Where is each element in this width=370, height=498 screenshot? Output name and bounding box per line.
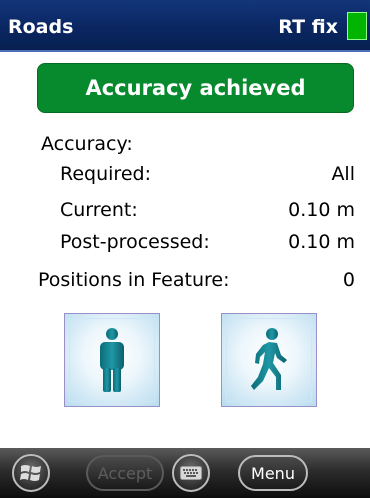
accept-button[interactable]: Accept: [86, 455, 164, 491]
continuous-collection-button[interactable]: [221, 313, 317, 407]
keyboard-icon: [180, 466, 202, 480]
standing-person-icon: [100, 328, 124, 392]
softkey-bar: Accept Menu: [0, 448, 370, 498]
menu-button[interactable]: Menu: [238, 455, 308, 491]
current-label: Current:: [60, 199, 138, 221]
post-processed-value: 0.10 m: [288, 231, 355, 253]
current-value: 0.10 m: [288, 199, 355, 221]
walking-person-icon: [251, 328, 287, 390]
static-collection-button[interactable]: [64, 313, 160, 407]
post-processed-label: Post-processed:: [60, 231, 210, 253]
keyboard-button[interactable]: [172, 454, 210, 492]
accuracy-heading: Accuracy:: [41, 133, 133, 155]
title-bar: Roads RT fix: [0, 0, 370, 52]
positions-label: Positions in Feature:: [38, 269, 230, 291]
gnss-fix-status: RT fix: [278, 16, 338, 38]
required-value: All: [331, 163, 355, 185]
static-button-frame: [69, 318, 155, 402]
app-title: Roads: [8, 16, 74, 38]
accuracy-status-banner: Accuracy achieved: [37, 63, 354, 113]
start-button[interactable]: [12, 454, 50, 492]
positions-value: 0: [342, 269, 355, 291]
continuous-button-frame: [226, 318, 312, 402]
title-bar-divider: [0, 50, 370, 52]
required-label: Required:: [60, 163, 151, 185]
fix-indicator-box: [347, 12, 367, 40]
windows-start-icon: [20, 465, 41, 481]
